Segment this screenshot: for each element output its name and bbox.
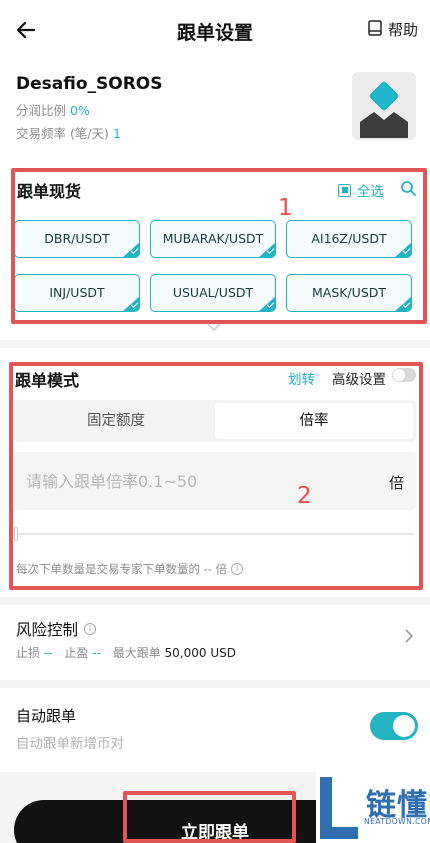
- stop-loss-value: --: [43, 646, 53, 660]
- profit-share-value: 0%: [70, 103, 90, 118]
- profit-share-label: 分润比例: [16, 103, 67, 118]
- annotation-box-2: [9, 362, 423, 590]
- section-divider: [0, 340, 430, 348]
- annotation-box-3: [123, 791, 296, 843]
- max-follow-label: 最大跟单: [112, 646, 161, 660]
- stop-loss-label: 止损: [16, 646, 41, 660]
- annotation-number-1: 1: [278, 195, 293, 221]
- trader-name: Desafio_SOROS: [16, 74, 163, 94]
- auto-follow-title: 自动跟单: [16, 707, 77, 725]
- max-follow-value: 50,000 USD: [164, 646, 236, 660]
- help-label: 帮助: [387, 21, 418, 39]
- annotation-box-1: [11, 168, 427, 324]
- auto-follow-subtitle: 自动跟单新增币对: [16, 736, 124, 752]
- annotation-number-2: 2: [297, 483, 312, 509]
- trade-frequency-value: 1: [112, 126, 121, 141]
- risk-control-title: 风险控制: [16, 621, 79, 639]
- chevron-right-icon[interactable]: [404, 628, 414, 644]
- watermark-logo-icon: [318, 775, 362, 843]
- section-divider: [0, 680, 430, 688]
- auto-follow-toggle[interactable]: [370, 712, 418, 740]
- risk-control-row[interactable]: 风险控制 i: [16, 618, 97, 640]
- take-profit-label: 止盈: [64, 646, 89, 660]
- trader-avatar: [352, 72, 416, 140]
- help-button[interactable]: 帮助: [368, 19, 418, 40]
- chevron-down-icon[interactable]: [205, 318, 223, 332]
- watermark-subtext: NEATDOWN.COM: [364, 817, 430, 826]
- trade-frequency-row: 交易频率 (笔/天) 1: [16, 123, 121, 142]
- take-profit-value: --: [92, 646, 101, 660]
- profit-share-row: 分润比例 0%: [16, 100, 90, 119]
- help-book-icon: [368, 19, 382, 40]
- risk-summary: 止损 -- 止盈 -- 最大跟单 50,000 USD: [16, 644, 236, 661]
- trade-frequency-label: 交易频率 (笔/天): [16, 126, 109, 141]
- page-title: 跟单设置: [176, 22, 253, 44]
- section-divider: [0, 597, 430, 605]
- info-icon[interactable]: i: [84, 623, 97, 635]
